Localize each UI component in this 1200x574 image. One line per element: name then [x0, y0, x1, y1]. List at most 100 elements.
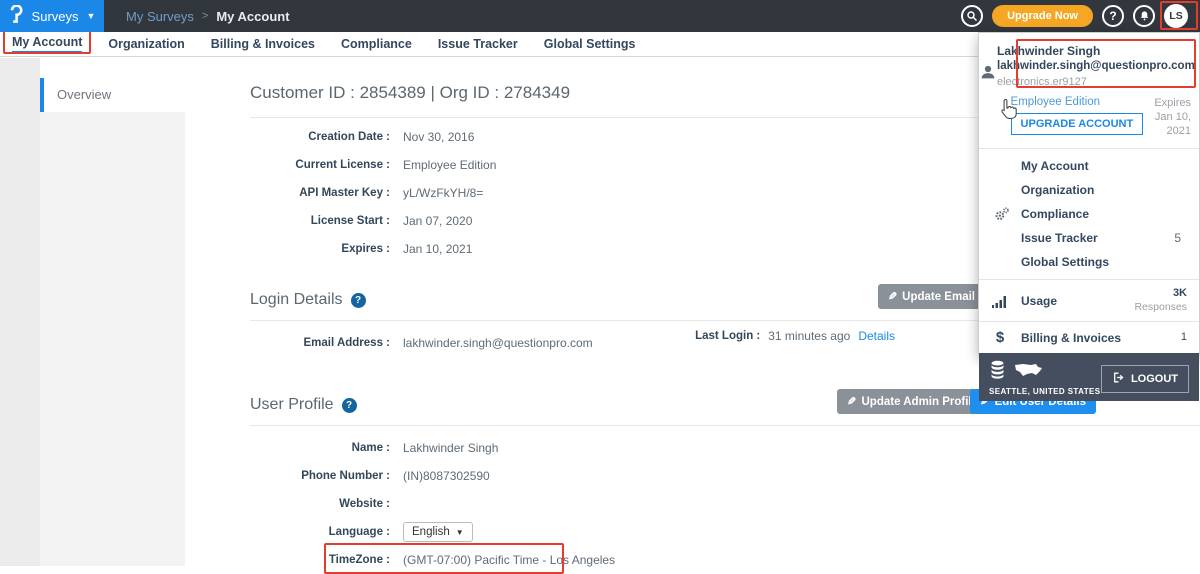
tab-global-settings[interactable]: Global Settings — [544, 37, 636, 51]
sidebar: Overview — [40, 58, 185, 566]
details-link[interactable]: Details — [858, 329, 895, 343]
dropdown-user-org: electronics.er9127 — [997, 75, 1195, 90]
tab-organization[interactable]: Organization — [108, 37, 184, 51]
usage-row[interactable]: Usage 3K Responses — [979, 280, 1199, 321]
usage-label: Usage — [1021, 294, 1057, 308]
menu-item-compliance[interactable]: Compliance — [979, 202, 1199, 226]
logout-label: LOGOUT — [1131, 373, 1178, 385]
field-value: Jan 07, 2020 — [403, 214, 472, 228]
edit-icon: ✎ — [888, 290, 897, 303]
field-value: Employee Edition — [403, 158, 496, 172]
chevron-down-icon: ▼ — [456, 528, 464, 537]
topbar-actions: Upgrade Now ? LS — [961, 4, 1200, 28]
expires-text: Expires Jan 10, 2021 — [1143, 96, 1191, 139]
last-login-label: Last Login : — [695, 330, 760, 342]
dropdown-user-email: lakhwinder.singh@questionpro.com — [997, 59, 1195, 75]
field-value: Jan 10, 2021 — [403, 242, 472, 256]
help-icon[interactable]: ? — [351, 293, 366, 308]
divider — [250, 425, 1200, 426]
dropdown-user-name: Lakhwinder Singh — [997, 43, 1195, 59]
tab-my-account[interactable]: My Account — [12, 35, 82, 53]
server-icon — [989, 360, 1006, 384]
help-icon[interactable]: ? — [1102, 5, 1124, 27]
upgrade-account-button[interactable]: UPGRADE ACCOUNT — [1011, 113, 1144, 135]
menu-item-label: Issue Tracker — [1021, 231, 1098, 245]
field-value: (GMT-07:00) Pacific Time - Los Angeles — [403, 553, 615, 567]
usage-sub: Responses — [1134, 301, 1187, 314]
field-name: Name : Lakhwinder Singh — [250, 434, 1200, 462]
field-value: yL/WzFkYH/8= — [403, 186, 483, 200]
menu-item-label: Organization — [1021, 183, 1094, 197]
edit-icon: ✎ — [847, 395, 856, 408]
menu-item-my-account[interactable]: My Account — [979, 154, 1199, 178]
menu-item-label: My Account — [1021, 159, 1089, 173]
field-website: Website : — [250, 490, 1200, 518]
edition-link[interactable]: Employee Edition — [1011, 96, 1144, 108]
product-label: Surveys — [32, 9, 79, 24]
field-value: (IN)8087302590 — [403, 469, 490, 483]
field-value: Lakhwinder Singh — [403, 441, 498, 455]
language-select[interactable]: English ▼ — [403, 522, 473, 542]
last-login-group: Last Login : 31 minutes ago Details — [695, 329, 895, 343]
tab-compliance[interactable]: Compliance — [341, 37, 412, 51]
menu-item-issue-tracker[interactable]: Issue Tracker 5 — [979, 226, 1199, 250]
last-login-value: 31 minutes ago — [768, 329, 850, 343]
field-label: Creation Date : — [250, 131, 390, 143]
issue-tracker-count: 5 — [1174, 231, 1181, 245]
dropdown-upgrade-block: Employee Edition UPGRADE ACCOUNT Expires… — [979, 94, 1199, 149]
expires-line1: Expires — [1143, 96, 1191, 110]
menu-item-organization[interactable]: Organization — [979, 178, 1199, 202]
logout-button[interactable]: LOGOUT — [1101, 365, 1189, 393]
field-timezone: TimeZone : (GMT-07:00) Pacific Time - Lo… — [250, 546, 1200, 574]
field-label: Website : — [250, 498, 390, 510]
login-details-title: Login Details — [250, 291, 343, 309]
notifications-bell-icon[interactable] — [1133, 5, 1155, 27]
dropdown-user-block: Lakhwinder Singh lakhwinder.singh@questi… — [979, 33, 1199, 94]
search-icon[interactable] — [961, 5, 983, 27]
surveys-product-menu[interactable]: Surveys ▼ — [0, 0, 104, 32]
gears-icon — [993, 206, 1010, 225]
usa-map-icon — [1014, 362, 1044, 384]
breadcrumb-my-surveys[interactable]: My Surveys — [126, 9, 194, 24]
breadcrumb-current: My Account — [216, 9, 289, 24]
top-bar: Surveys ▼ My Surveys > My Account Upgrad… — [0, 0, 1200, 32]
usage-value-group: 3K Responses — [1134, 287, 1187, 314]
bar-chart-icon — [979, 294, 1021, 308]
field-label: Current License : — [250, 159, 390, 171]
person-icon — [979, 63, 997, 90]
tab-billing-invoices[interactable]: Billing & Invoices — [211, 37, 315, 51]
expires-line2: Jan 10, 2021 — [1143, 110, 1191, 139]
menu-item-label: Global Settings — [1021, 255, 1109, 269]
language-value: English — [412, 526, 450, 538]
email-label: Email Address : — [250, 337, 390, 349]
field-label: API Master Key : — [250, 187, 390, 199]
sidebar-item-overview[interactable]: Overview — [40, 78, 185, 112]
field-label: Expires : — [250, 243, 390, 255]
update-email-label: Update Email — [902, 291, 975, 303]
tab-my-account-label: My Account — [12, 35, 82, 49]
account-dropdown-panel: Lakhwinder Singh lakhwinder.singh@questi… — [978, 32, 1200, 355]
help-icon[interactable]: ? — [342, 398, 357, 413]
dollar-icon: $ — [979, 329, 1021, 346]
menu-item-label: Compliance — [1021, 207, 1089, 221]
tab-issue-tracker[interactable]: Issue Tracker — [438, 37, 518, 51]
update-admin-profile-button[interactable]: ✎ Update Admin Profile — [837, 389, 988, 414]
update-email-button[interactable]: ✎ Update Email — [878, 284, 985, 309]
dropdown-footer: SEATTLE, UNITED STATES LOGOUT — [979, 353, 1199, 401]
field-label: License Start : — [250, 215, 390, 227]
avatar[interactable]: LS — [1164, 4, 1188, 28]
field-value: Nov 30, 2016 — [403, 130, 474, 144]
chevron-down-icon: ▼ — [87, 11, 96, 21]
field-phone: Phone Number : (IN)8087302590 — [250, 462, 1200, 490]
billing-value: 1 — [1181, 331, 1187, 345]
field-label: Name : — [250, 442, 390, 454]
billing-row[interactable]: $ Billing & Invoices 1 — [979, 322, 1199, 353]
upgrade-now-button[interactable]: Upgrade Now — [992, 5, 1093, 27]
breadcrumb: My Surveys > My Account — [126, 9, 290, 24]
page-gutter — [0, 58, 40, 566]
usage-value: 3K — [1134, 287, 1187, 301]
user-profile-title: User Profile — [250, 396, 334, 414]
menu-item-global-settings[interactable]: Global Settings — [979, 250, 1199, 274]
questionpro-logo-icon — [9, 5, 24, 28]
field-language: Language : English ▼ — [250, 518, 1200, 546]
